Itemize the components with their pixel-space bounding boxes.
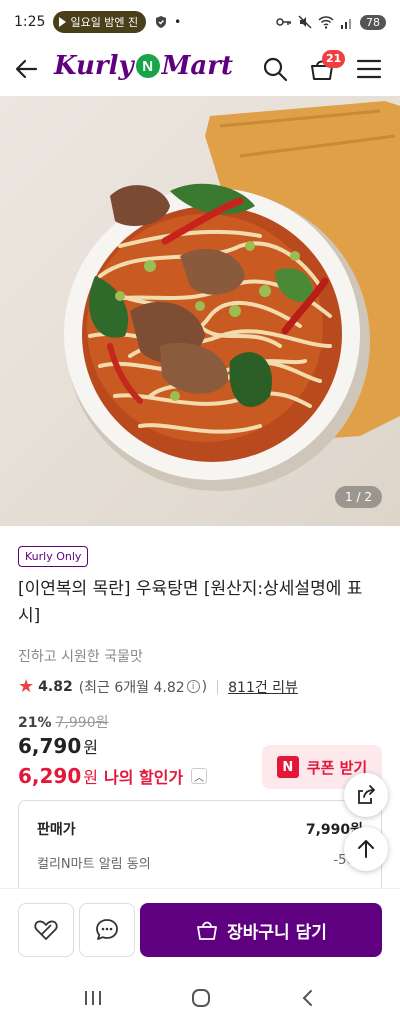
info-icon[interactable]: i xyxy=(186,680,200,693)
kurly-n-mart-logo[interactable]: Kurly N Mart xyxy=(54,51,233,81)
back-nav-icon[interactable] xyxy=(298,988,318,1008)
sale-price-label: 판매가 xyxy=(37,822,76,838)
naver-n-icon: N xyxy=(276,756,299,778)
logo-kurly: Kurly xyxy=(54,51,134,81)
sale-price-row: 판매가 7,990원 xyxy=(37,819,363,839)
notification-dot-icon: • xyxy=(174,15,182,29)
signal-icon xyxy=(341,18,351,29)
media-pill-text: 일요일 밤엔 진 xyxy=(70,16,139,29)
kurly-only-tag: Kurly Only xyxy=(18,546,89,567)
my-discount-price[interactable]: 6,290 원 나의 할인가 ︿ xyxy=(18,764,208,788)
add-to-cart-button[interactable]: 장바구니 담기 xyxy=(140,903,382,957)
product-page: 1:25 일요일 밤엔 진 • 78 Kurly N Mart 21 1 / 2… xyxy=(0,0,400,1024)
bottom-action-bar: 장바구니 담기 xyxy=(0,888,400,972)
play-icon xyxy=(59,17,67,27)
status-icons: 78 xyxy=(276,14,386,30)
discount-row: 21% 7,990원 xyxy=(18,712,108,732)
arrow-up-icon xyxy=(358,840,374,858)
media-pill[interactable]: 일요일 밤엔 진 xyxy=(53,11,147,33)
product-title: [이연복의 목란] 우육탕면 [원산지:상세설명에 표시] xyxy=(18,579,363,626)
product-subtitle: 진하고 시원한 국물맛 xyxy=(18,649,143,665)
wishlist-button[interactable] xyxy=(18,903,74,957)
status-time: 1:25 xyxy=(14,14,46,30)
sale-price-value: 6,790 xyxy=(18,734,82,758)
my-price-value: 6,290 xyxy=(18,764,82,788)
scroll-top-button[interactable] xyxy=(344,827,388,871)
image-pager: 1 / 2 xyxy=(335,486,382,508)
home-icon[interactable] xyxy=(189,986,213,1010)
search-icon[interactable] xyxy=(262,56,288,82)
wifi-icon xyxy=(318,15,334,29)
alert-consent-label: 컬리N마트 알림 동의 xyxy=(37,857,151,872)
key-icon xyxy=(276,18,291,26)
chat-bubble-icon xyxy=(96,919,118,940)
menu-icon[interactable] xyxy=(356,56,382,82)
inquiry-button[interactable] xyxy=(79,903,135,957)
recent-rating-close: ) xyxy=(201,678,208,695)
logo-mart: Mart xyxy=(161,51,233,81)
status-bar: 1:25 일요일 밤엔 진 • 78 xyxy=(0,0,400,44)
battery-indicator: 78 xyxy=(360,14,386,30)
sale-price: 6,790 원 xyxy=(18,734,98,758)
logo-n-badge: N xyxy=(135,54,160,78)
noodle-soup-image xyxy=(64,101,400,491)
cart-count-badge: 21 xyxy=(322,50,346,68)
rating-score: 4.82 xyxy=(38,678,73,695)
mute-icon xyxy=(298,15,312,29)
star-icon: ★ xyxy=(18,676,35,697)
rating-row: ★ 4.82 (최근 6개월 4.82 i ) 811건 리뷰 xyxy=(18,676,298,697)
shopping-bag-icon xyxy=(197,921,218,940)
heart-icon xyxy=(34,920,58,940)
shield-icon xyxy=(156,16,167,28)
add-to-cart-label: 장바구니 담기 xyxy=(227,922,327,943)
alert-consent-row: 컬리N마트 알림 동의 -500 xyxy=(37,853,363,872)
divider xyxy=(217,679,219,694)
original-price: 7,990원 xyxy=(55,715,109,731)
product-image[interactable]: 1 / 2 xyxy=(0,96,400,526)
my-price-label: 나의 할인가 xyxy=(104,768,184,787)
recent-apps-icon[interactable] xyxy=(82,988,104,1008)
sale-price-unit: 원 xyxy=(83,738,98,757)
share-button[interactable] xyxy=(344,773,388,817)
chevron-up-icon[interactable]: ︿ xyxy=(191,768,208,784)
my-price-unit: 원 xyxy=(83,768,98,787)
discount-rate: 21% xyxy=(18,715,52,731)
recent-rating: (최근 6개월 4.82 xyxy=(78,679,185,696)
back-arrow-icon[interactable] xyxy=(14,56,40,82)
system-nav-bar xyxy=(0,972,400,1024)
review-count-link[interactable]: 811건 리뷰 xyxy=(228,677,298,697)
share-icon xyxy=(358,785,376,804)
